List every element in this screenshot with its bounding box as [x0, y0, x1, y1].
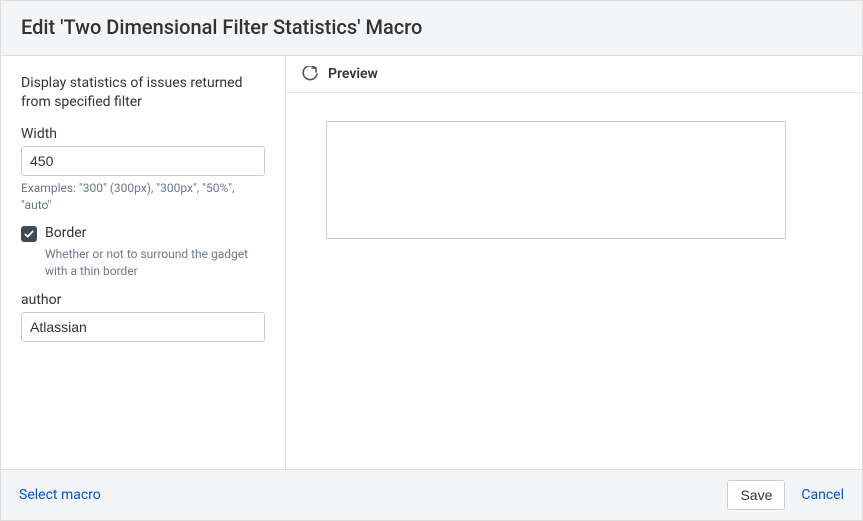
dialog-actions: Save Cancel [727, 480, 844, 510]
preview-pane: Preview [286, 56, 862, 469]
preview-body [286, 93, 862, 469]
refresh-icon[interactable] [302, 66, 318, 82]
border-checkbox[interactable] [21, 226, 37, 242]
dialog-footer: Select macro Save Cancel [1, 469, 862, 520]
preview-header: Preview [286, 56, 862, 93]
dialog-header: Edit 'Two Dimensional Filter Statistics'… [1, 1, 862, 56]
width-label: Width [21, 126, 265, 142]
macro-description: Display statistics of issues returned fr… [21, 74, 265, 112]
cancel-button[interactable]: Cancel [801, 487, 844, 503]
author-label: author [21, 292, 265, 308]
width-hint: Examples: "300" (300px), "300px", "50%",… [21, 180, 265, 214]
select-macro-link[interactable]: Select macro [19, 487, 101, 503]
preview-title: Preview [328, 66, 378, 82]
preview-gadget-placeholder [326, 121, 786, 239]
save-button[interactable]: Save [727, 480, 785, 510]
border-field: Border Whether or not to surround the ga… [21, 225, 265, 280]
config-panel: Display statistics of issues returned fr… [1, 56, 286, 469]
author-input[interactable] [21, 312, 265, 342]
width-input[interactable] [21, 146, 265, 176]
border-hint: Whether or not to surround the gadget wi… [45, 246, 265, 280]
dialog-title: Edit 'Two Dimensional Filter Statistics'… [21, 15, 842, 39]
border-label: Border [45, 225, 86, 241]
width-field: Width Examples: "300" (300px), "300px", … [21, 126, 265, 214]
check-icon [23, 228, 35, 240]
dialog-body: Display statistics of issues returned fr… [1, 56, 862, 469]
author-field: author [21, 292, 265, 342]
